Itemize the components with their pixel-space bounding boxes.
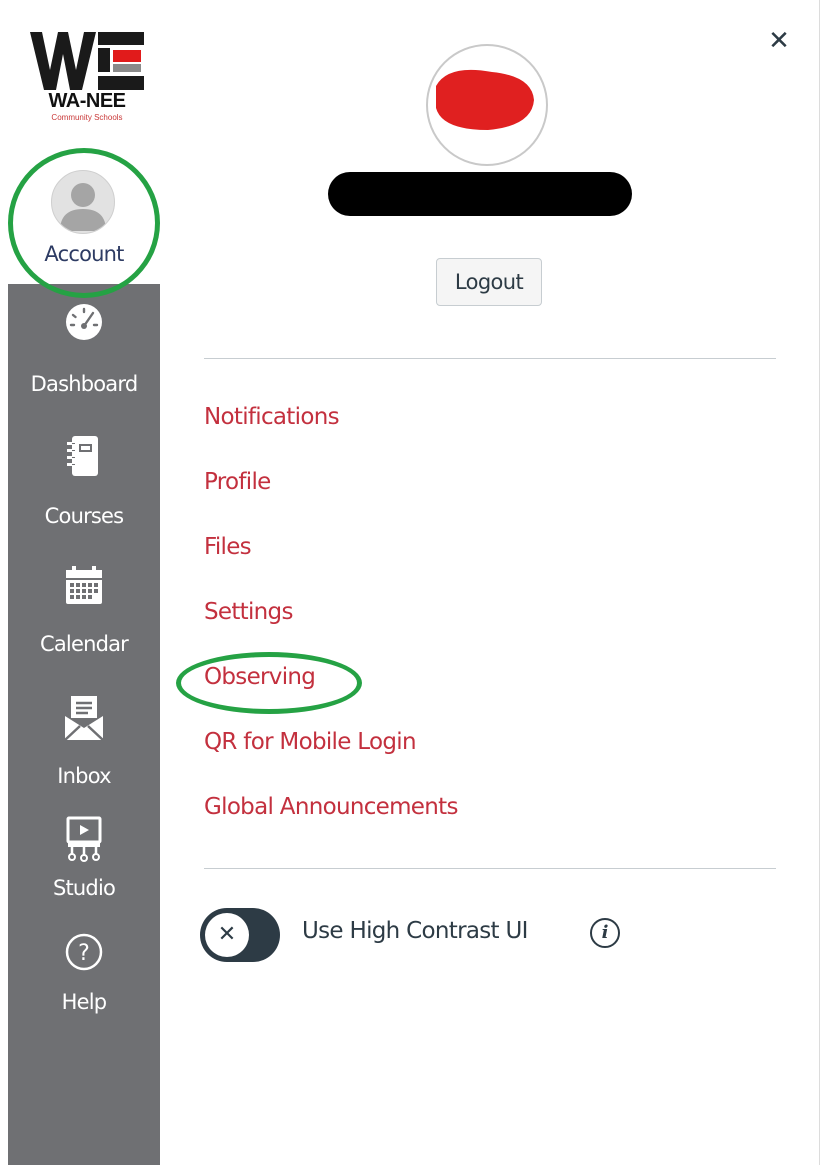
toggle-off-icon: ✕ (205, 913, 249, 957)
dashboard-gauge-icon (53, 302, 115, 354)
calendar-icon (53, 564, 115, 616)
nav-item-dashboard[interactable]: Dashboard (8, 300, 160, 408)
svg-text:?: ? (78, 941, 90, 966)
studio-screen-icon (53, 816, 115, 868)
info-icon[interactable]: i (590, 918, 620, 948)
user-avatar-icon (51, 170, 115, 234)
divider (204, 868, 776, 869)
courses-notebook-icon (53, 434, 115, 486)
link-notifications[interactable]: Notifications (204, 404, 340, 438)
we-logo-icon (30, 32, 144, 90)
canvas-lms-account-tray: WA-NEE Community Schools Account Dashboa… (0, 0, 822, 1165)
logo-text: WA-NEE (48, 90, 127, 112)
logout-button[interactable]: Logout (436, 258, 542, 306)
divider (204, 358, 776, 359)
nav-item-studio[interactable]: Studio (8, 814, 160, 906)
nav-label-account: Account (44, 242, 124, 266)
nav-label-help: Help (61, 990, 107, 1014)
close-tray-button[interactable]: ✕ (764, 26, 794, 56)
nav-item-calendar[interactable]: Calendar (8, 562, 160, 666)
nav-item-help[interactable]: ? Help (8, 930, 160, 1022)
school-logo[interactable]: WA-NEE Community Schools (28, 30, 146, 125)
page-edge-divider (819, 0, 820, 1165)
global-navigation: WA-NEE Community Schools Account Dashboa… (8, 0, 160, 1165)
user-name-redacted (328, 172, 632, 216)
link-profile[interactable]: Profile (204, 469, 271, 503)
link-observing[interactable]: Observing (204, 664, 316, 698)
nav-item-account[interactable]: Account (8, 160, 160, 284)
logo-subtitle: Community Schools (51, 113, 123, 122)
nav-label-courses: Courses (44, 504, 124, 528)
account-tray: ✕ Logout Notifications Profile Files Set… (160, 0, 822, 1165)
help-question-icon: ? (53, 932, 115, 984)
link-global-announcements[interactable]: Global Announcements (204, 794, 458, 828)
link-settings[interactable]: Settings (204, 599, 293, 633)
nav-item-courses[interactable]: Courses (8, 432, 160, 536)
link-files[interactable]: Files (204, 534, 252, 568)
nav-item-inbox[interactable]: Inbox (8, 692, 160, 796)
inbox-envelope-icon (53, 694, 115, 746)
nav-label-calendar: Calendar (39, 632, 129, 656)
high-contrast-label: Use High Contrast UI (302, 918, 528, 944)
user-profile-picture (426, 44, 548, 166)
nav-label-studio: Studio (52, 876, 116, 900)
nav-label-dashboard: Dashboard (30, 372, 139, 396)
nav-label-inbox: Inbox (57, 764, 111, 788)
link-qr-mobile-login[interactable]: QR for Mobile Login (204, 729, 417, 763)
high-contrast-toggle[interactable]: ✕ (200, 908, 280, 962)
